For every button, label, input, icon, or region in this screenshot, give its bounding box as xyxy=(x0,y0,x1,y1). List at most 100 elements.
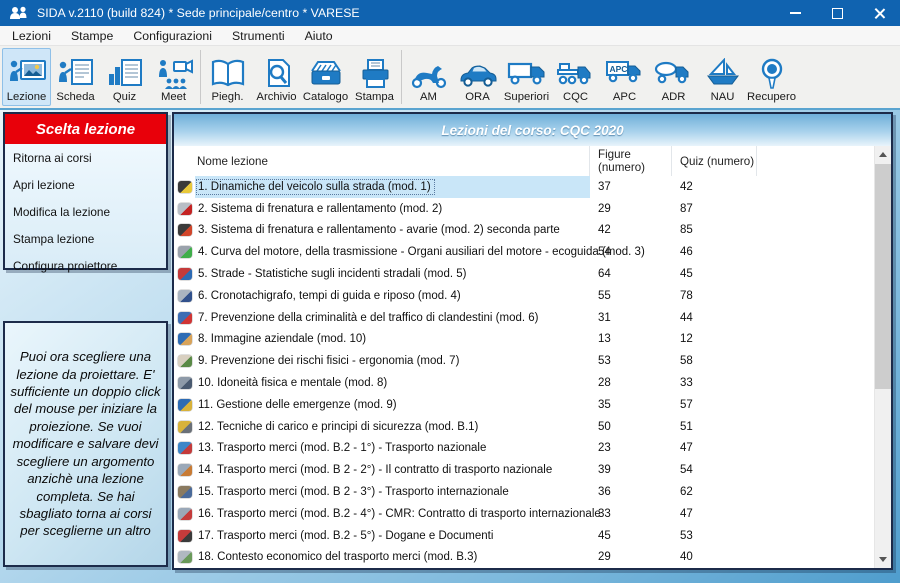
close-button[interactable] xyxy=(858,0,900,26)
toolbar-button-cqc[interactable]: CQC xyxy=(551,48,600,106)
maximize-button[interactable] xyxy=(816,0,858,26)
lesson-name-cell: 1. Dinamiche del veicolo sulla strada (m… xyxy=(195,176,590,198)
table-row[interactable]: 14. Trasporto merci (mod. B 2 - 2°) - Il… xyxy=(174,459,874,481)
car-icon xyxy=(458,58,498,91)
menu-lezioni[interactable]: Lezioni xyxy=(2,26,61,45)
table-row[interactable]: 8. Immagine aziendale (mod. 10)1312 xyxy=(174,329,874,351)
menu-configurazioni[interactable]: Configurazioni xyxy=(123,26,222,45)
toolbar-button-apc[interactable]: APC APC xyxy=(600,48,649,106)
toolbar-button-nau[interactable]: NAU xyxy=(698,48,747,106)
table-row[interactable]: 15. Trasporto merci (mod. B 2 - 3°) - Tr… xyxy=(174,481,874,503)
sidebar-item-stampa-lezione[interactable]: Stampa lezione xyxy=(5,225,166,252)
quiz-count: 47 xyxy=(672,503,757,525)
tire-icon xyxy=(178,181,192,193)
lesson-name-cell: 9. Prevenzione dei rischi fisici - ergon… xyxy=(195,350,590,372)
toolbar-button-am[interactable]: AM xyxy=(404,48,453,106)
table-row[interactable]: 9. Prevenzione dei rischi fisici - ergon… xyxy=(174,350,874,372)
toolbar-label: Piegh. xyxy=(211,91,243,104)
cmr-document-icon xyxy=(178,508,192,520)
lesson-name-cell: 14. Trasporto merci (mod. B 2 - 2°) - Il… xyxy=(195,459,590,481)
figure-count: 36 xyxy=(590,481,672,503)
figure-count: 54 xyxy=(590,241,672,263)
row-filler xyxy=(757,525,874,547)
table-row[interactable]: 11. Gestione delle emergenze (mod. 9)355… xyxy=(174,394,874,416)
toolbar-button-quiz[interactable]: Quiz xyxy=(100,48,149,106)
toolbar-button-meet[interactable]: Meet xyxy=(149,48,198,106)
column-header-nome-lezione[interactable]: Nome lezione xyxy=(195,146,590,176)
table-row[interactable]: 16. Trasporto merci (mod. B.2 - 4°) - CM… xyxy=(174,503,874,525)
lesson-name: 4. Curva del motore, della trasmissione … xyxy=(197,245,648,259)
table-row[interactable]: 7. Prevenzione della criminalità e del t… xyxy=(174,307,874,329)
table-row[interactable]: 6. Cronotachigrafo, tempi di guida e rip… xyxy=(174,285,874,307)
sidebar-item-ritorna-ai-corsi[interactable]: Ritorna ai corsi xyxy=(5,144,166,171)
road-icon xyxy=(178,377,192,389)
menu-bar: Lezioni Stampe Configurazioni Strumenti … xyxy=(0,26,900,45)
catalog-drawer-icon xyxy=(306,58,346,91)
customs-icon xyxy=(178,530,192,542)
scroll-up-button[interactable] xyxy=(875,146,891,163)
table-row[interactable]: 4. Curva del motore, della trasmissione … xyxy=(174,241,874,263)
table-row[interactable]: 3. Sistema di frenatura e rallentamento … xyxy=(174,220,874,242)
toolbar-button-ora[interactable]: ORA xyxy=(453,48,502,106)
quiz-count: 58 xyxy=(672,350,757,372)
title-bar: SIDA v.2110 (build 824) * Sede principal… xyxy=(0,0,900,26)
toolbar-button-archivio[interactable]: Archivio xyxy=(252,48,301,106)
row-filler xyxy=(757,176,874,198)
row-filler xyxy=(757,285,874,307)
sidebar-item-apri-lezione[interactable]: Apri lezione xyxy=(5,171,166,198)
toolbar-button-catalogo[interactable]: Catalogo xyxy=(301,48,350,106)
table-row[interactable]: 10. Idoneità fisica e mentale (mod. 8)28… xyxy=(174,372,874,394)
menu-strumenti[interactable]: Strumenti xyxy=(222,26,295,45)
lesson-name: 13. Trasporto merci (mod. B.2 - 1°) - Tr… xyxy=(197,441,489,455)
lesson-name: 18. Contesto economico del trasporto mer… xyxy=(197,550,480,564)
toolbar-button-stampa[interactable]: Stampa xyxy=(350,48,399,106)
toolbar-label: Meet xyxy=(161,91,186,104)
vertical-scrollbar[interactable] xyxy=(874,146,891,568)
toolbar-label: Catalogo xyxy=(303,91,348,104)
table-row[interactable]: 17. Trasporto merci (mod. B.2 - 5°) - Do… xyxy=(174,525,874,547)
column-header-quiz[interactable]: Quiz (numero) xyxy=(672,146,757,176)
row-icon-cell xyxy=(174,176,195,198)
toolbar-button-lezione[interactable]: Lezione xyxy=(2,48,51,106)
table-row[interactable]: 12. Tecniche di carico e principi di sic… xyxy=(174,416,874,438)
quiz-count: 53 xyxy=(672,525,757,547)
lesson-name: 12. Tecniche di carico e principi di sic… xyxy=(197,420,481,434)
minimize-button[interactable] xyxy=(774,0,816,26)
figure-count: 33 xyxy=(590,503,672,525)
toolbar-button-piegh[interactable]: Piegh. xyxy=(203,48,252,106)
row-filler xyxy=(757,394,874,416)
toolbar-button-adr[interactable]: ADR xyxy=(649,48,698,106)
row-icon-cell xyxy=(174,372,195,394)
row-icon-cell xyxy=(174,198,195,220)
cargo-truck-icon xyxy=(178,442,192,454)
toolbar: Lezione Scheda Quiz xyxy=(0,45,900,108)
lesson-name: 8. Immagine aziendale (mod. 10) xyxy=(197,332,369,346)
scroll-down-button[interactable] xyxy=(875,551,891,568)
table-row[interactable]: 13. Trasporto merci (mod. B.2 - 1°) - Tr… xyxy=(174,438,874,460)
lesson-name: 17. Trasporto merci (mod. B.2 - 5°) - Do… xyxy=(197,529,496,543)
row-filler xyxy=(757,241,874,263)
table-row[interactable]: 5. Strade - Statistiche sugli incidenti … xyxy=(174,263,874,285)
toolbar-separator xyxy=(401,50,402,104)
lesson-name-cell: 17. Trasporto merci (mod. B.2 - 5°) - Do… xyxy=(195,525,590,547)
quiz-count: 85 xyxy=(672,220,757,242)
minimize-icon xyxy=(790,12,801,14)
toolbar-button-recupero[interactable]: Recupero xyxy=(747,48,796,106)
row-icon-cell xyxy=(174,329,195,351)
sidebar-item-modifica-la-lezione[interactable]: Modifica la lezione xyxy=(5,198,166,225)
column-header-figure[interactable]: Figure (numero) xyxy=(590,146,672,176)
lesson-name-cell: 11. Gestione delle emergenze (mod. 9) xyxy=(195,394,590,416)
row-icon-cell xyxy=(174,459,195,481)
quiz-count: 33 xyxy=(672,372,757,394)
sidebar-item-configura-proiettore[interactable]: Configura proiettore xyxy=(5,252,166,279)
moped-icon xyxy=(409,58,449,91)
lesson-name-cell: 12. Tecniche di carico e principi di sic… xyxy=(195,416,590,438)
menu-stampe[interactable]: Stampe xyxy=(61,26,123,45)
toolbar-button-scheda[interactable]: Scheda xyxy=(51,48,100,106)
table-row[interactable]: 1. Dinamiche del veicolo sulla strada (m… xyxy=(174,176,874,198)
table-row[interactable]: 2. Sistema di frenatura e rallentamento … xyxy=(174,198,874,220)
scrollbar-thumb[interactable] xyxy=(875,164,891,389)
toolbar-button-superiori[interactable]: Superiori xyxy=(502,48,551,106)
table-row[interactable]: 18. Contesto economico del trasporto mer… xyxy=(174,547,874,568)
menu-aiuto[interactable]: Aiuto xyxy=(295,26,343,45)
